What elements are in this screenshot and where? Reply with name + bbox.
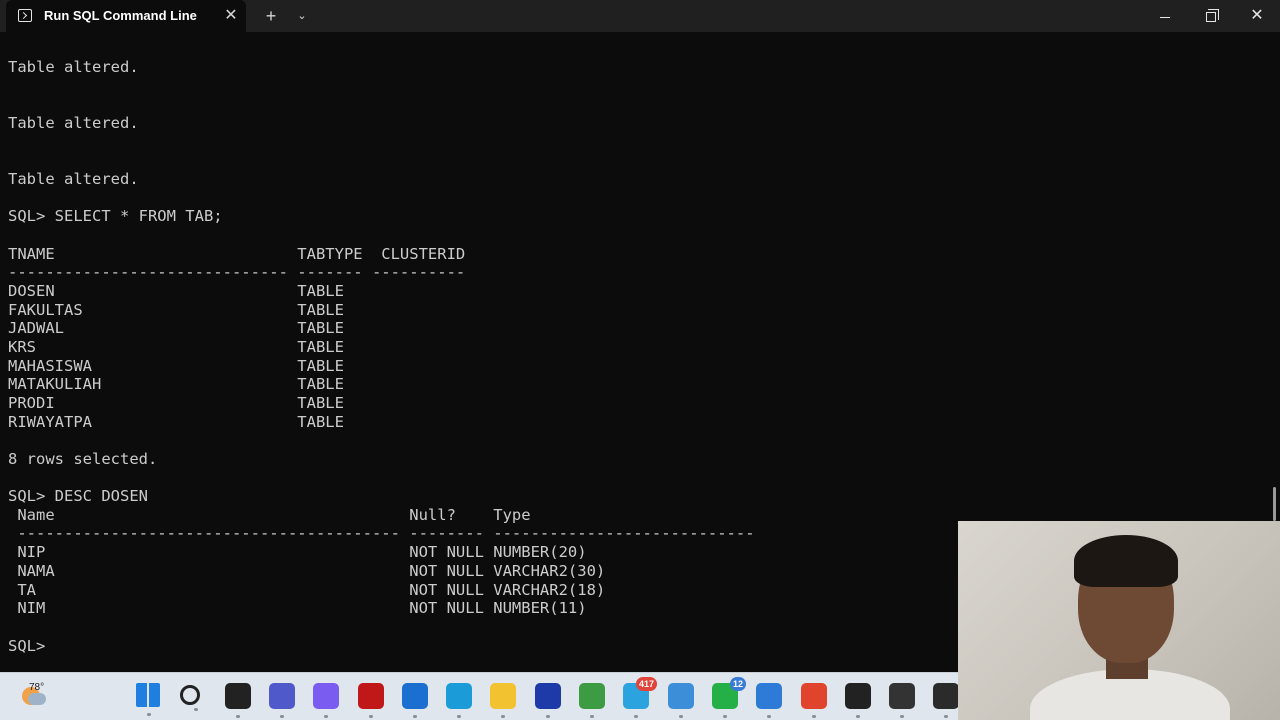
task-view-icon[interactable] [225,683,251,718]
terminal-line: MATAKULIAH TABLE [8,375,344,393]
terminal-line: SQL> SELECT * FROM TAB; [8,207,223,225]
terminal-line: RIWAYATPA TABLE [8,413,344,431]
copilot-icon[interactable] [313,683,339,718]
close-tab-icon[interactable]: ✕ [220,5,242,27]
terminal-line: NAMA NOT NULL VARCHAR2(30) [8,562,606,580]
terminal-line: NIP NOT NULL NUMBER(20) [8,543,587,561]
terminal-line: FAKULTAS TABLE [8,301,344,319]
terminal-line: ------------------------------ ------- -… [8,263,466,281]
scrollbar-thumb[interactable] [1273,487,1276,521]
running-indicator [944,715,948,718]
sql-prompt[interactable]: SQL> [8,637,45,655]
terminal-line: Name Null? Type [8,506,531,524]
running-indicator [812,715,816,718]
l-app-icon[interactable] [535,683,561,718]
running-indicator [147,713,151,716]
running-indicator [767,715,771,718]
webcam-overlay [958,521,1280,720]
whatsapp-icon[interactable]: 12 [712,677,746,718]
terminal-line: Table altered. [8,58,139,76]
terminal-line: PRODI TABLE [8,394,344,412]
telegram-icon[interactable]: 417 [623,677,657,718]
terminal-tab-icon [18,9,32,22]
notification-badge: 12 [729,677,746,691]
microsoft-store-icon[interactable] [402,683,428,718]
restore-icon [1206,9,1219,23]
terminal-line: TA NOT NULL VARCHAR2(18) [8,581,606,599]
notification-badge: 417 [635,677,657,691]
search-icon[interactable] [180,685,200,711]
running-indicator [856,715,860,718]
running-indicator [413,715,417,718]
minimize-icon [1160,16,1170,18]
running-indicator [324,715,328,718]
running-indicator [501,715,505,718]
weather-temperature: 78° [29,682,45,693]
terminal-line: NIM NOT NULL NUMBER(11) [8,599,587,617]
tab-run-sql-command-line[interactable]: Run SQL Command Line ✕ [6,0,246,32]
teams-icon[interactable] [269,683,295,718]
terminal-line: TNAME TABTYPE CLUSTERID [8,245,466,263]
terminal-icon[interactable] [933,683,959,718]
minimize-button[interactable] [1142,0,1188,32]
running-indicator [900,715,904,718]
running-indicator [194,708,198,711]
terminal-line: MAHASISWA TABLE [8,357,344,375]
person-hair [1074,535,1178,587]
running-indicator [679,715,683,718]
terminal-line: JADWAL TABLE [8,319,344,337]
close-window-button[interactable]: ✕ [1234,0,1280,32]
terminal-line: 8 rows selected. [8,450,158,468]
running-indicator [369,715,373,718]
spreadsheet-app-icon[interactable] [579,683,605,718]
running-indicator [457,715,461,718]
running-indicator [634,715,638,718]
photos-icon[interactable] [756,683,782,718]
mcafee-icon[interactable] [358,683,384,718]
media-player-icon[interactable] [845,683,871,718]
file-explorer-icon[interactable] [490,683,516,718]
obs-icon[interactable] [889,683,915,718]
start-icon[interactable] [136,683,160,716]
terminal-line: SQL> DESC DOSEN [8,487,148,505]
new-tab-button[interactable]: + [260,5,282,27]
running-indicator [280,715,284,718]
terminal-line: DOSEN TABLE [8,282,344,300]
chrome-icon[interactable] [801,683,827,718]
edge-icon[interactable] [446,683,472,718]
title-bar: Run SQL Command Line ✕ + ⌄ ✕ [0,0,1280,32]
terminal-line: KRS TABLE [8,338,344,356]
running-indicator [723,715,727,718]
running-indicator [546,715,550,718]
terminal-line: Table altered. [8,114,139,132]
chevron-down-icon[interactable]: ⌄ [292,5,312,27]
cloud-icon [28,693,46,705]
notepad-icon[interactable] [668,683,694,718]
running-indicator [590,715,594,718]
taskbar: 78° 417 12 [0,672,959,720]
tab-title: Run SQL Command Line [44,8,197,23]
running-indicator [236,715,240,718]
restore-button[interactable] [1188,0,1234,32]
terminal-line: Table altered. [8,170,139,188]
terminal-line: ----------------------------------------… [8,524,755,542]
